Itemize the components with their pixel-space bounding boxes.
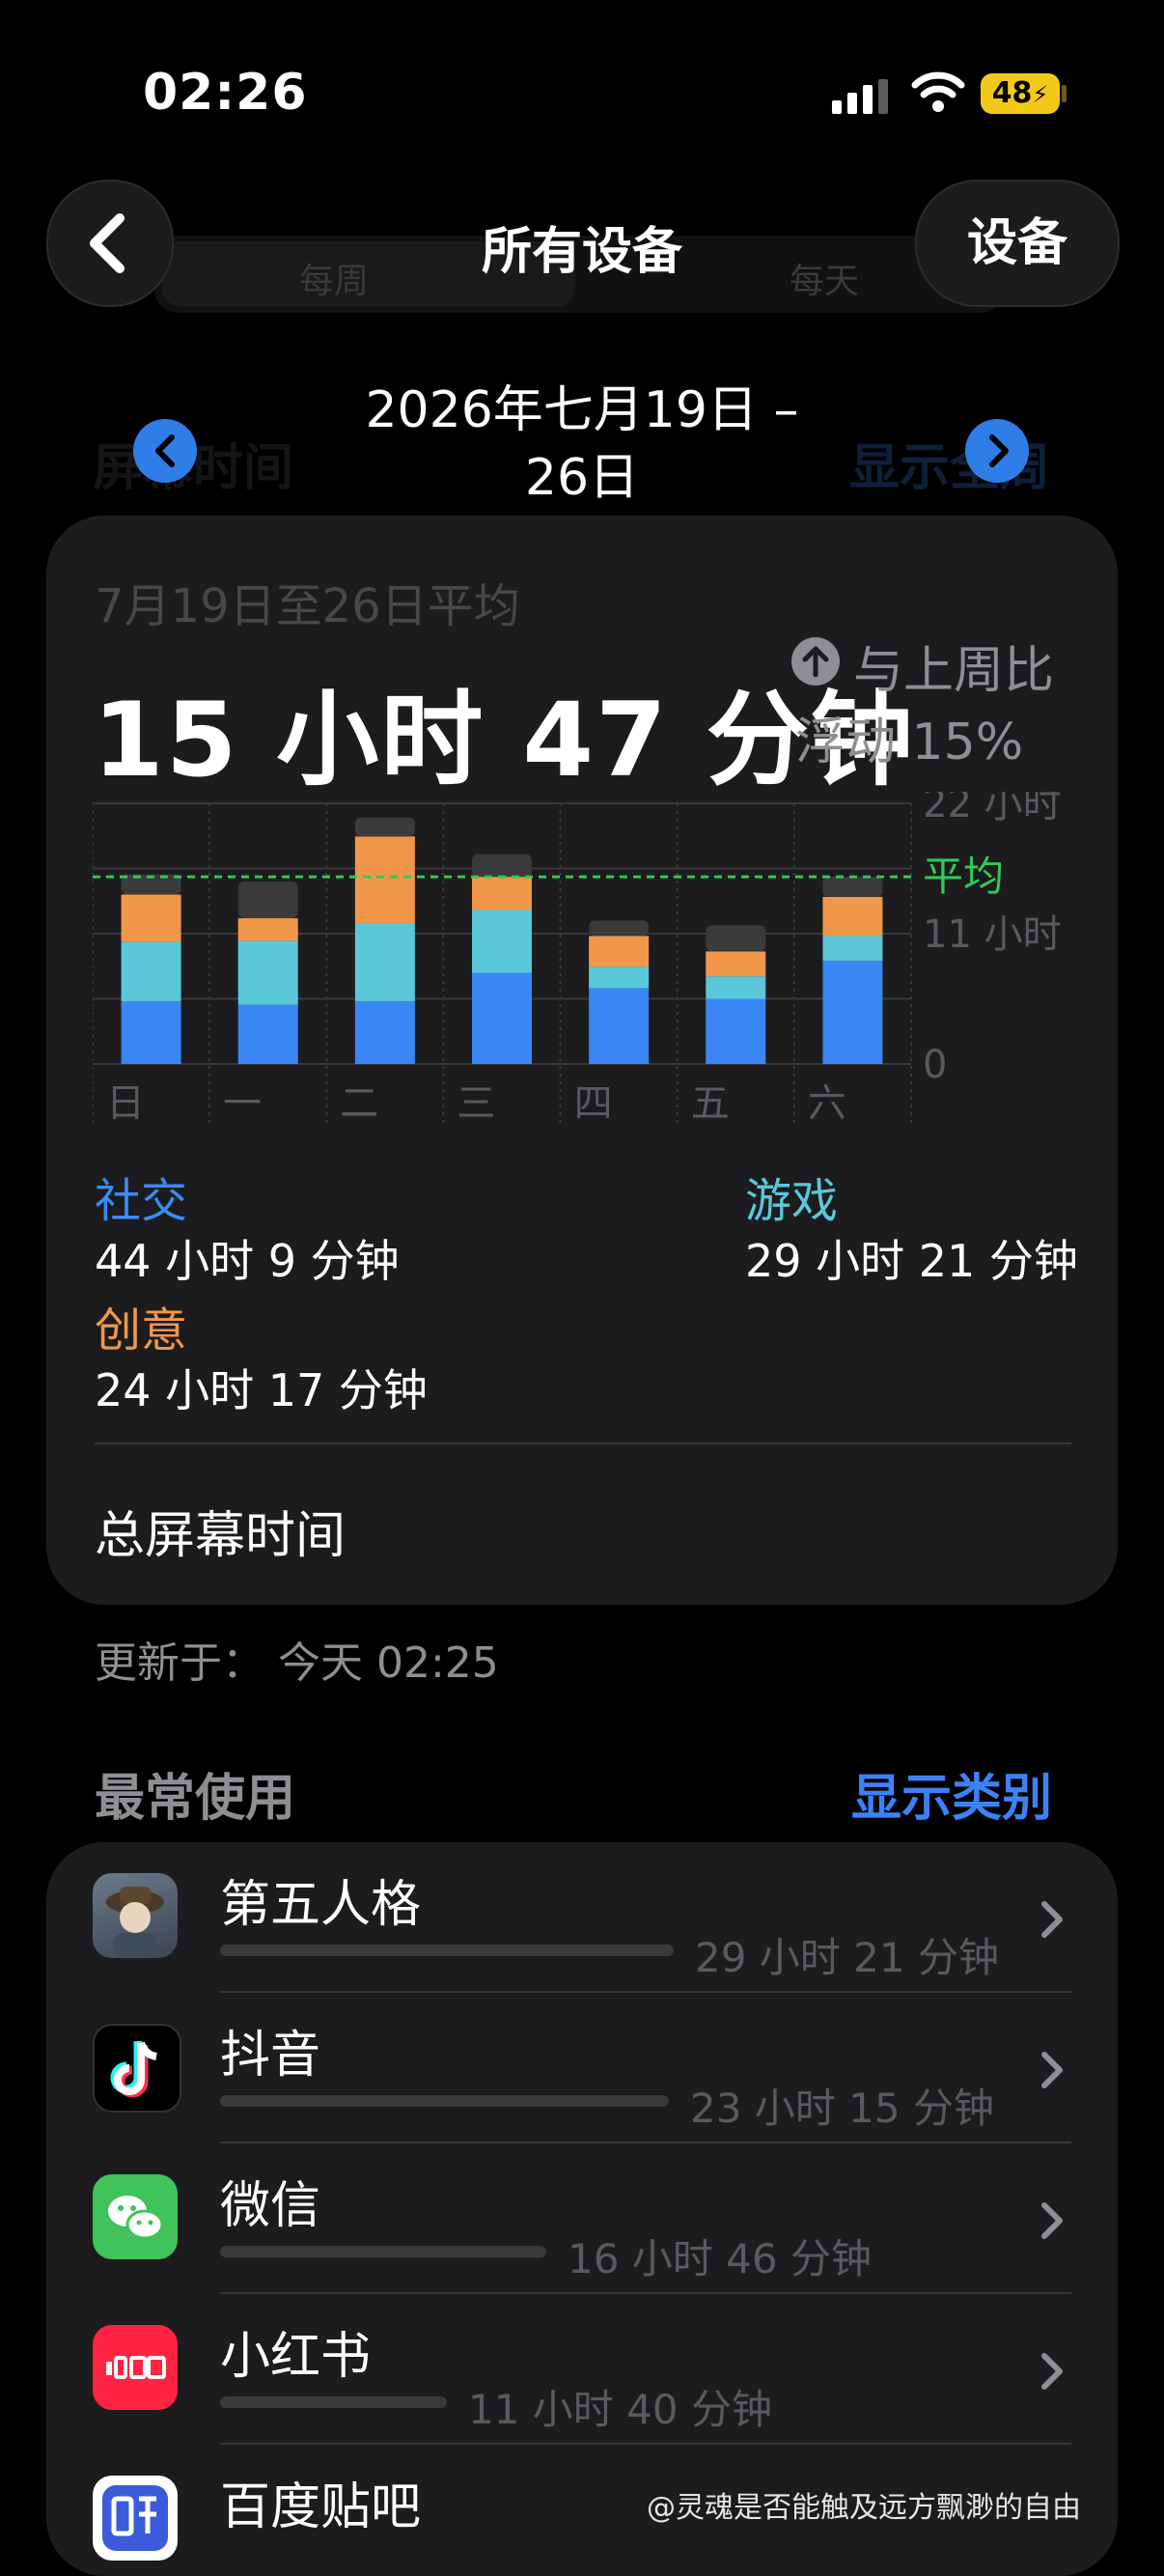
usage-bar bbox=[220, 2246, 546, 2257]
chevron-right-icon[interactable] bbox=[1040, 1900, 1064, 1939]
watermark: @灵魂是否能触及远方飘渺的自由 bbox=[647, 2491, 1081, 2525]
app-usage-time: 23 小时 15 分钟 bbox=[690, 2085, 994, 2132]
average-time: 15 小时 47 分钟 bbox=[93, 681, 915, 799]
usage-bar bbox=[220, 2396, 447, 2408]
usage-bar bbox=[220, 1945, 674, 1956]
card-divider bbox=[95, 1442, 1071, 1444]
bar-segment bbox=[822, 936, 883, 962]
average-label: 平均 bbox=[923, 853, 1004, 900]
xiaohongshu-icon bbox=[93, 2325, 178, 2410]
compare-value: 浮动 15% bbox=[795, 714, 1024, 771]
app-name[interactable]: 小红书 bbox=[220, 2315, 371, 2388]
x-tick-label: 六 bbox=[808, 1081, 846, 1126]
weekly-usage-chart[interactable]: 日 一 二 三 四 五 六 平均 22 小时 11 小时 0 bbox=[93, 792, 1067, 1139]
app-name[interactable]: 百度贴吧 bbox=[220, 2466, 421, 2538]
x-tick-label: 五 bbox=[691, 1081, 730, 1126]
bar-segment bbox=[706, 951, 766, 977]
app-name[interactable]: 第五人格 bbox=[220, 1863, 421, 1936]
charging-bolt-icon: ⚡ bbox=[1032, 81, 1049, 108]
legend-creative-name: 创意 bbox=[95, 1303, 188, 1358]
battery-indicator: 48⚡ bbox=[981, 73, 1060, 114]
bar-segment bbox=[706, 998, 766, 1064]
row-divider bbox=[220, 2443, 1071, 2445]
wifi-icon bbox=[911, 71, 965, 112]
bar-segment bbox=[589, 936, 650, 967]
baidu-tieba-icon bbox=[93, 2476, 178, 2561]
bar-segment bbox=[237, 918, 298, 941]
bar-segment bbox=[706, 925, 766, 952]
bar-segment bbox=[354, 922, 415, 1001]
date-range: 2026年七月19日 – 26日 bbox=[290, 377, 874, 512]
arrow-up-icon bbox=[791, 637, 840, 686]
x-tick-label: 一 bbox=[223, 1081, 262, 1126]
bar-segment bbox=[237, 940, 298, 1005]
chevron-right-icon[interactable] bbox=[1040, 2352, 1064, 2391]
status-time: 02:26 bbox=[143, 64, 308, 122]
total-screen-time-row[interactable]: 总屏幕时间 bbox=[95, 1495, 346, 1567]
chevron-right-icon[interactable] bbox=[1040, 2051, 1064, 2089]
app-usage-time: 29 小时 21 分钟 bbox=[695, 1934, 999, 1981]
bar-segment bbox=[589, 920, 650, 937]
douyin-icon bbox=[93, 2024, 181, 2113]
bar-segment bbox=[589, 966, 650, 989]
y-tick-label: 22 小时 bbox=[923, 792, 1062, 826]
bar-segment bbox=[237, 1004, 298, 1064]
chevron-right-icon bbox=[989, 434, 1009, 467]
bar-segment bbox=[354, 817, 415, 837]
bar-segment bbox=[354, 836, 415, 923]
bar-segment bbox=[121, 894, 181, 942]
chevron-left-icon bbox=[155, 434, 175, 467]
legend-social-name: 社交 bbox=[95, 1174, 188, 1228]
most-used-title: 最常使用 bbox=[95, 1770, 296, 1828]
average-label: 7月19日至26日平均 bbox=[95, 579, 520, 633]
date-range-line2: 26日 bbox=[524, 449, 640, 507]
show-categories-link[interactable]: 显示类别 bbox=[851, 1757, 1052, 1830]
bar-segment bbox=[472, 854, 532, 878]
usage-bar bbox=[220, 2095, 669, 2107]
row-divider bbox=[220, 1991, 1071, 1993]
app-name[interactable]: 微信 bbox=[220, 2165, 320, 2237]
bar-segment bbox=[354, 1000, 415, 1064]
y-tick-label: 0 bbox=[923, 1043, 947, 1087]
date-range-line1: 2026年七月19日 – bbox=[365, 381, 799, 439]
bar-segment bbox=[472, 910, 532, 973]
identity-v-icon bbox=[93, 1873, 178, 1958]
device-button[interactable]: 设备 bbox=[915, 180, 1120, 307]
bar-segment bbox=[822, 877, 883, 897]
app-usage-time: 16 小时 46 分钟 bbox=[568, 2235, 872, 2282]
bar-segment bbox=[472, 972, 532, 1064]
cellular-signal-icon bbox=[832, 79, 888, 114]
next-week-button[interactable] bbox=[965, 419, 1029, 483]
updated-timestamp: 更新于： 今天 02:25 bbox=[95, 1638, 499, 1688]
bar-segment bbox=[706, 976, 766, 999]
bar-segment bbox=[472, 877, 532, 910]
bar-segment bbox=[589, 988, 650, 1064]
x-tick-label: 三 bbox=[457, 1081, 495, 1126]
x-tick-label: 日 bbox=[106, 1081, 145, 1126]
x-tick-label: 四 bbox=[574, 1081, 613, 1126]
bar-segment bbox=[237, 882, 298, 919]
x-tick-label: 二 bbox=[340, 1081, 378, 1126]
row-divider bbox=[220, 2142, 1071, 2143]
row-divider bbox=[220, 2292, 1071, 2294]
bar-segment bbox=[822, 896, 883, 937]
battery-tip bbox=[1062, 85, 1067, 102]
legend-social-value: 44 小时 9 分钟 bbox=[95, 1235, 400, 1287]
y-tick-label: 11 小时 bbox=[923, 912, 1062, 957]
previous-week-button[interactable] bbox=[133, 419, 197, 483]
chevron-right-icon[interactable] bbox=[1040, 2201, 1064, 2240]
bar-segment bbox=[121, 941, 181, 1001]
legend-games-value: 29 小时 21 分钟 bbox=[745, 1235, 1078, 1287]
bar-segment bbox=[121, 1000, 181, 1064]
legend-games-name: 游戏 bbox=[745, 1174, 839, 1228]
wechat-icon bbox=[93, 2174, 178, 2259]
legend-creative-value: 24 小时 17 分钟 bbox=[95, 1364, 428, 1416]
app-usage-time: 11 小时 40 分钟 bbox=[468, 2386, 772, 2433]
app-name[interactable]: 抖音 bbox=[220, 2014, 320, 2086]
compare-label: 与上周比 bbox=[853, 642, 1055, 700]
bar-segment bbox=[822, 961, 883, 1064]
